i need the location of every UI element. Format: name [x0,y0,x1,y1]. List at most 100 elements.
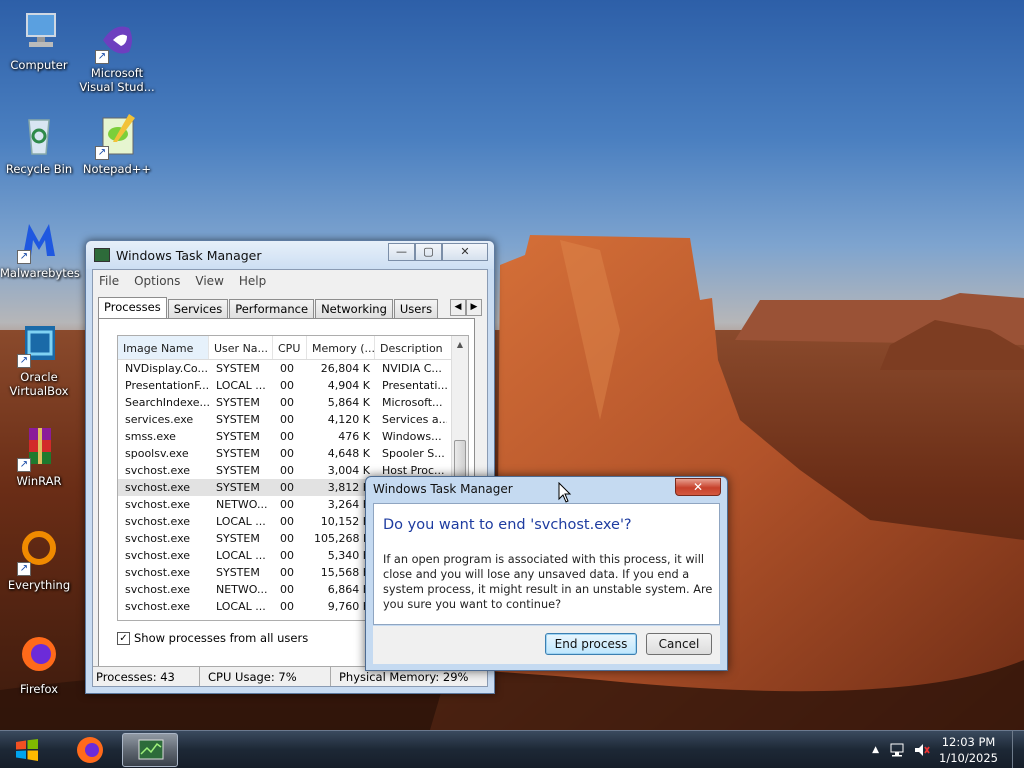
clock-date: 1/10/2025 [939,751,998,765]
process-cpu: 00 [280,515,294,528]
process-cpu: 00 [280,600,294,613]
desktop-icon-computer[interactable]: Computer [0,8,78,72]
status-cpu: CPU Usage: 7% [200,667,331,686]
process-image-name: svchost.exe [125,549,191,562]
show-all-users-label: Show processes from all users [134,631,309,645]
show-all-users-option[interactable]: ✓ Show processes from all users [117,631,308,645]
tab-performance[interactable]: Performance [229,299,315,318]
process-description: Presentati... [382,379,447,392]
task-manager-app-icon [94,248,110,262]
desktop-icon-winrar[interactable]: ↗ WinRAR [0,424,78,488]
desktop-icon-label: Microsoft Visual Stud... [79,66,155,94]
start-button[interactable] [4,733,50,767]
scroll-up-icon[interactable]: ▲ [452,336,468,353]
end-process-button[interactable]: End process [545,633,637,655]
system-tray: ▲ 12:03 PM 1/10/2025 [872,731,1024,768]
column-image-name[interactable]: Image Name [118,336,209,359]
process-image-name: svchost.exe [125,481,191,494]
column-memory[interactable]: Memory (... [307,336,375,359]
desktop-icon-label: Computer [10,58,68,72]
tab-users[interactable]: Users [393,299,439,318]
show-desktop-button[interactable] [1012,731,1024,768]
shortcut-arrow-icon: ↗ [17,250,31,264]
process-image-name: svchost.exe [125,583,191,596]
column-cpu[interactable]: CPU [273,336,307,359]
virtualbox-icon: ↗ [15,320,63,368]
process-cpu: 00 [280,566,294,579]
process-image-name: smss.exe [125,430,176,443]
minimize-button[interactable]: — [388,243,415,261]
desktop-icon-malwarebytes[interactable]: ↗ Malwarebytes [0,216,80,280]
malwarebytes-icon: ↗ [15,216,63,264]
process-row[interactable]: PresentationF... LOCAL ... 00 4,904 K Presen… [118,377,468,394]
clock[interactable]: 12:03 PM 1/10/2025 [939,734,998,766]
process-description: Spooler S... [382,447,445,460]
process-memory: 476 K [338,430,370,443]
process-description: Microsoft... [382,396,443,409]
process-user-name: LOCAL ... [216,379,266,392]
desktop-icon-recycle-bin[interactable]: Recycle Bin [0,112,78,176]
process-cpu: 00 [280,549,294,562]
process-user-name: SYSTEM [216,481,260,494]
process-image-name: PresentationF... [125,379,209,392]
dialog-titlebar[interactable]: Windows Task Manager [366,477,727,503]
process-row[interactable]: SearchIndexe... SYSTEM 00 5,864 K Microsoft.… [118,394,468,411]
taskbar-firefox[interactable] [62,733,118,767]
desktop-icon-virtualbox[interactable]: ↗ Oracle VirtualBox [0,320,78,398]
everything-icon: ↗ [15,528,63,576]
task-manager-icon [138,739,164,760]
desktop-icon-everything[interactable]: ↗ Everything [0,528,78,592]
menu-view[interactable]: View [195,274,223,288]
column-user-name[interactable]: User Na... [209,336,273,359]
dialog-content: Do you want to end 'svchost.exe'? If an … [373,503,720,625]
desktop-icon-visual-studio[interactable]: ↗ Microsoft Visual Stud... [78,16,156,94]
network-icon[interactable] [889,742,907,758]
tab-services[interactable]: Services [167,299,229,318]
show-all-users-checkbox[interactable]: ✓ [117,631,130,645]
tab-strip: Processes Services Performance Networkin… [98,297,482,318]
tab-networking[interactable]: Networking [315,299,393,318]
taskbar-task-manager[interactable] [122,733,178,767]
process-user-name: LOCAL ... [216,549,266,562]
maximize-button[interactable]: ▢ [415,243,442,261]
process-row[interactable]: spoolsv.exe SYSTEM 00 4,648 K Spooler S... [118,445,468,462]
process-row[interactable]: services.exe SYSTEM 00 4,120 K Services a... [118,411,468,428]
desktop-icon-label: Oracle VirtualBox [9,370,69,398]
taskbar: ▲ 12:03 PM 1/10/2025 [0,730,1024,768]
show-hidden-icons-icon[interactable]: ▲ [872,745,879,755]
tab-processes[interactable]: Processes [98,297,167,318]
process-user-name: SYSTEM [216,430,260,443]
shortcut-arrow-icon: ↗ [95,50,109,64]
volume-muted-icon[interactable] [913,742,931,758]
menu-help[interactable]: Help [239,274,266,288]
cancel-button[interactable]: Cancel [646,633,712,655]
end-process-dialog: Windows Task Manager ✕ Do you want to en… [365,476,728,671]
process-memory: 26,804 K [320,362,370,375]
process-row[interactable]: smss.exe SYSTEM 00 476 K Windows... [118,428,468,445]
dialog-close-button[interactable]: ✕ [675,478,721,496]
column-description[interactable]: Description [375,336,453,359]
dialog-message: If an open program is associated with th… [383,553,713,611]
process-cpu: 00 [280,464,294,477]
shortcut-arrow-icon: ↗ [95,146,109,160]
menu-file[interactable]: File [99,274,119,288]
process-row[interactable]: NVDisplay.Co... SYSTEM 00 26,804 K NVIDIA C.… [118,360,468,377]
process-memory: 3,004 K [327,464,370,477]
process-image-name: svchost.exe [125,515,191,528]
desktop-icon-label: WinRAR [16,474,62,488]
process-image-name: svchost.exe [125,464,191,477]
tab-scroll-left-icon[interactable]: ◀ [450,299,466,316]
status-processes: Processes: 43 [93,667,200,686]
desktop-icon-label: Firefox [19,682,59,696]
process-user-name: SYSTEM [216,396,260,409]
clock-time: 12:03 PM [941,735,996,749]
tab-scroll-right-icon[interactable]: ▶ [466,299,482,316]
desktop-icon-notepad-plus-plus[interactable]: ↗ Notepad++ [78,112,156,176]
winrar-icon: ↗ [15,424,63,472]
close-button[interactable]: ✕ [442,243,488,261]
process-cpu: 00 [280,498,294,511]
process-memory: 5,864 K [327,396,370,409]
menu-options[interactable]: Options [134,274,180,288]
process-user-name: SYSTEM [216,413,260,426]
desktop-icon-firefox[interactable]: Firefox [0,632,78,696]
